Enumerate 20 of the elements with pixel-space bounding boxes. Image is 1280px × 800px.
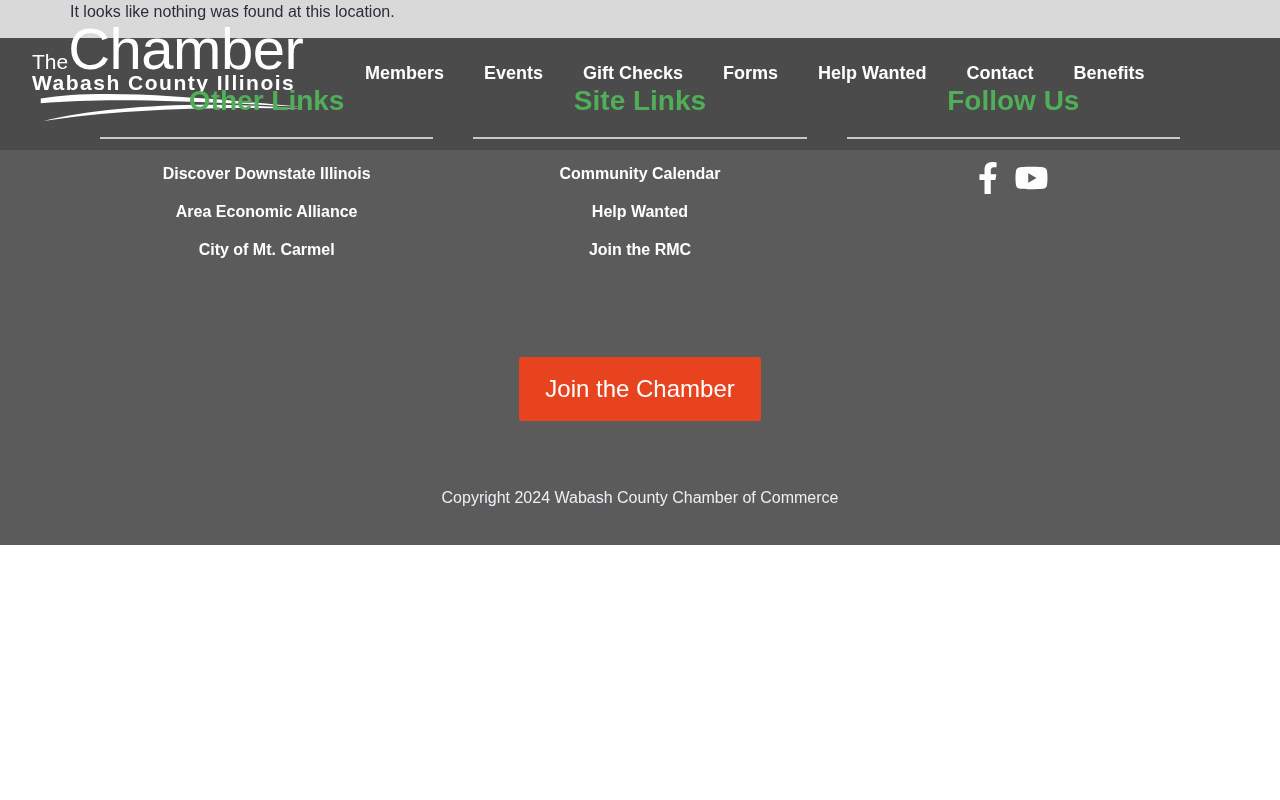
facebook-icon[interactable] <box>977 162 998 194</box>
nav-link[interactable]: Events <box>484 62 544 84</box>
footer-link[interactable]: Community Calendar <box>559 164 721 184</box>
nav-link[interactable]: Help Wanted <box>818 62 927 84</box>
nav-link[interactable]: Benefits <box>1073 62 1145 84</box>
copyright-text: Copyright 2024 Wabash County Chamber of Commerce <box>441 488 839 508</box>
nav-link[interactable]: Members <box>365 62 445 84</box>
logo-prefix: The <box>32 51 69 72</box>
footer-link[interactable]: Help Wanted <box>591 202 689 222</box>
column-heading: Site Links <box>573 85 707 117</box>
join-button[interactable]: Join the Chamber <box>519 357 761 421</box>
not-found-message: It looks like nothing was found at this location. <box>69 2 395 22</box>
nav-link[interactable]: Forms <box>723 62 779 84</box>
footer-link[interactable]: Area Economic Alliance <box>175 202 358 222</box>
nav-link[interactable]: Contact <box>966 62 1034 84</box>
footer-link[interactable]: Join the RMC <box>588 240 692 260</box>
column-heading: Follow Us <box>947 85 1080 117</box>
nav-link[interactable]: Gift Checks <box>583 62 684 84</box>
footer-link[interactable]: City of Mt. Carmel <box>198 240 335 260</box>
footer-link[interactable]: Discover Downstate Illinois <box>162 164 371 184</box>
